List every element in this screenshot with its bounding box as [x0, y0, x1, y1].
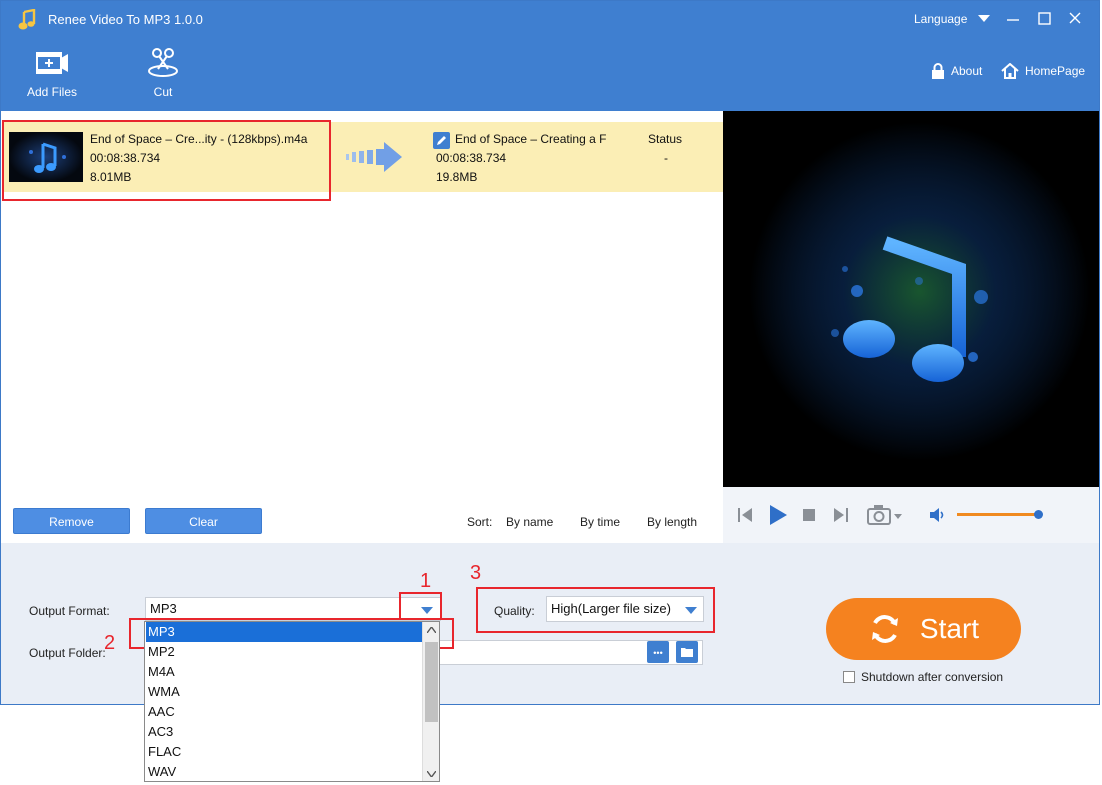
language-dropdown-icon[interactable] — [978, 15, 990, 22]
homepage-link[interactable]: HomePage — [1001, 63, 1085, 79]
add-files-button[interactable]: Add Files — [23, 47, 81, 99]
next-icon[interactable] — [833, 507, 849, 523]
homepage-label: HomePage — [1025, 64, 1086, 78]
about-link[interactable]: About — [931, 63, 982, 79]
format-option[interactable]: WMA — [146, 682, 423, 702]
title-bar: Renee Video To MP3 1.0.0 Language — [1, 1, 1099, 37]
minimize-icon[interactable] — [1003, 9, 1023, 29]
browse-folder-button[interactable]: ••• — [647, 641, 669, 663]
stop-icon[interactable] — [803, 509, 815, 521]
close-icon[interactable] — [1065, 9, 1085, 29]
more-dots-icon: ••• — [653, 648, 663, 658]
cut-label: Cut — [153, 85, 173, 99]
home-icon — [1001, 63, 1019, 79]
header: Renee Video To MP3 1.0.0 Language Add Fi… — [1, 1, 1099, 111]
output-format-label: Output Format: — [29, 604, 110, 618]
sort-by-name[interactable]: By name — [506, 515, 553, 529]
music-note-artwork — [723, 111, 1099, 487]
output-format-value: MP3 — [150, 601, 177, 616]
start-label: Start — [919, 613, 980, 644]
format-option[interactable]: MP3 — [146, 622, 423, 642]
annotation-number-2: 2 — [104, 632, 116, 654]
format-option[interactable]: FLAC — [146, 742, 423, 762]
cut-button[interactable]: Cut — [141, 47, 185, 99]
annotation-number-1: 1 — [420, 570, 432, 592]
convert-arrow-icon — [346, 142, 402, 172]
snapshot-camera-icon[interactable] — [867, 504, 905, 526]
format-option[interactable]: MP2 — [146, 642, 423, 662]
sort-by-length[interactable]: By length — [647, 515, 697, 529]
dropdown-scrollbar[interactable] — [422, 622, 439, 781]
volume-slider-knob[interactable] — [1034, 510, 1043, 519]
volume-icon[interactable] — [929, 507, 947, 523]
quality-highlight — [476, 587, 715, 633]
maximize-icon[interactable] — [1034, 9, 1054, 29]
play-icon[interactable] — [768, 504, 788, 526]
output-duration: 00:08:38.734 — [436, 151, 507, 165]
output-file-name: End of Space – Creating a F — [455, 132, 607, 146]
clear-button[interactable]: Clear — [145, 508, 262, 534]
remove-button[interactable]: Remove — [13, 508, 130, 534]
lock-icon — [932, 63, 944, 79]
add-film-icon — [36, 52, 68, 74]
open-folder-button[interactable] — [676, 641, 698, 663]
folder-icon — [681, 648, 693, 657]
format-option[interactable]: AAC — [146, 702, 423, 722]
format-dropdown-highlight — [399, 592, 442, 620]
shutdown-checkbox[interactable] — [843, 671, 855, 683]
scrollbar-thumb[interactable] — [425, 642, 438, 722]
video-preview — [723, 111, 1099, 487]
sort-by-time[interactable]: By time — [580, 515, 620, 529]
scroll-down-icon[interactable] — [427, 771, 436, 777]
scroll-up-icon[interactable] — [427, 627, 436, 633]
status-value: - — [664, 151, 668, 165]
output-folder-label: Output Folder: — [29, 646, 106, 660]
output-size: 19.8MB — [436, 170, 478, 184]
add-files-label: Add Files — [26, 85, 78, 99]
player-controls — [723, 487, 1099, 543]
edit-output-name-icon[interactable] — [433, 132, 450, 149]
language-menu[interactable]: Language — [914, 12, 967, 26]
start-button[interactable]: Start — [826, 598, 1021, 660]
source-file-highlight — [2, 120, 331, 201]
format-option[interactable]: AC3 — [146, 722, 423, 742]
previous-icon[interactable] — [737, 507, 753, 523]
scissors-icon — [148, 48, 178, 77]
format-option[interactable]: WAV — [146, 762, 423, 782]
refresh-icon — [871, 615, 898, 643]
about-label: About — [951, 64, 983, 78]
sort-label: Sort: — [467, 515, 493, 529]
music-note-icon — [18, 9, 36, 30]
annotation-number-3: 3 — [470, 562, 482, 584]
format-dropdown-list: MP3 MP2 M4A WMA AAC AC3 FLAC WAV — [144, 621, 440, 782]
format-option[interactable]: M4A — [146, 662, 423, 682]
volume-slider[interactable] — [957, 513, 1039, 516]
shutdown-label: Shutdown after conversion — [861, 670, 1004, 684]
status-header: Status — [648, 132, 683, 146]
app-title: Renee Video To MP3 1.0.0 — [48, 12, 203, 27]
